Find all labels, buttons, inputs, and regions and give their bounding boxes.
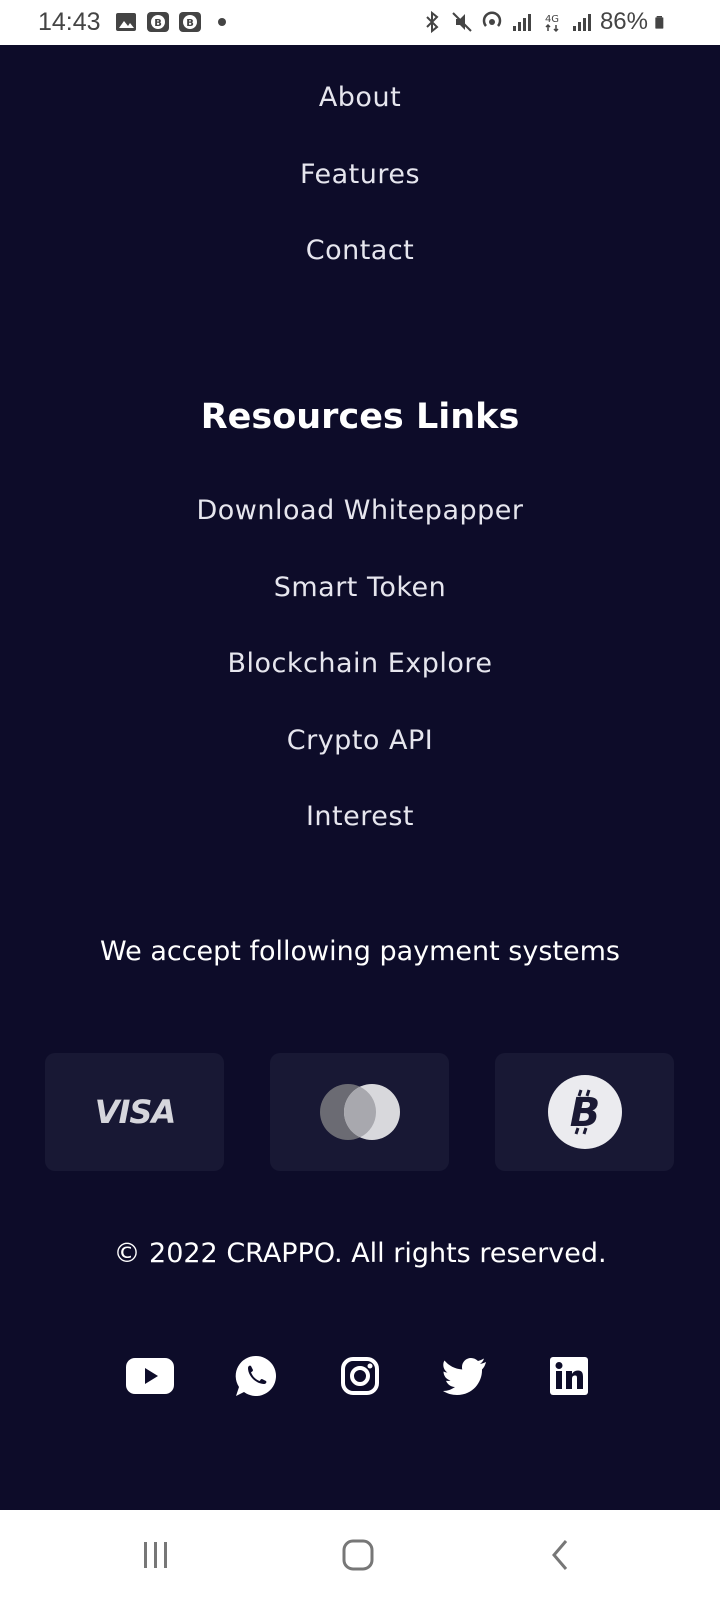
- system-nav-bar: [0, 1510, 720, 1600]
- payment-card-mastercard: [270, 1053, 449, 1171]
- svg-text:VISA: VISA: [94, 1093, 174, 1131]
- battery-icon: [655, 16, 664, 29]
- twitter-icon[interactable]: [440, 1351, 490, 1401]
- svg-text:B: B: [154, 18, 162, 29]
- mute-icon: [452, 12, 472, 32]
- svg-text:B: B: [186, 18, 194, 29]
- resource-link-whitepaper[interactable]: Download Whitepapper: [0, 495, 720, 526]
- resource-link-blockchain-explore[interactable]: Blockchain Explore: [0, 648, 720, 679]
- bitcoin-logo: B: [547, 1075, 622, 1149]
- recent-apps-icon: [144, 1542, 167, 1568]
- battery-percent: 86%: [599, 8, 648, 35]
- resource-link-crypto-api[interactable]: Crypto API: [0, 725, 720, 756]
- dot-icon: [218, 18, 226, 26]
- svg-text:4G: 4G: [545, 14, 559, 25]
- hotspot-icon: [482, 11, 502, 27]
- status-left-icons: B B: [114, 10, 234, 34]
- home-button[interactable]: [338, 1535, 378, 1575]
- status-bar: 14:43 B B 4G 86%: [0, 0, 720, 45]
- payment-card-visa: VISA: [45, 1053, 224, 1171]
- gallery-icon: [116, 13, 136, 31]
- linkedin-icon[interactable]: [544, 1351, 594, 1401]
- resource-link-interest[interactable]: Interest: [0, 801, 720, 832]
- status-right-icons: 4G 86%: [420, 8, 670, 36]
- 4g-icon: 4G: [545, 14, 559, 33]
- app-b-icon: B: [147, 12, 169, 32]
- app-b-icon: B: [179, 12, 201, 32]
- footer-link-about[interactable]: About: [0, 82, 720, 113]
- site-footer: About Features Contact Resources Links D…: [0, 45, 720, 1510]
- footer-link-features[interactable]: Features: [0, 159, 720, 190]
- visa-logo: VISA: [94, 1093, 175, 1131]
- youtube-icon[interactable]: [125, 1351, 175, 1401]
- whatsapp-icon[interactable]: [231, 1351, 281, 1401]
- recent-apps-button[interactable]: [136, 1535, 176, 1575]
- resource-link-smart-token[interactable]: Smart Token: [0, 572, 720, 603]
- resources-heading: Resources Links: [200, 397, 520, 437]
- instagram-icon[interactable]: [335, 1351, 385, 1401]
- back-icon: [552, 1540, 568, 1570]
- status-time: 14:43: [38, 8, 101, 36]
- signal-icon: [512, 14, 531, 31]
- payment-card-bitcoin: B: [495, 1053, 674, 1171]
- back-button[interactable]: [540, 1535, 580, 1575]
- payment-systems-title: We accept following payment systems: [100, 936, 620, 967]
- bluetooth-icon: [426, 10, 439, 34]
- copyright-text: © 2022 CRAPPO. All rights reserved.: [113, 1238, 607, 1269]
- mastercard-logo: [319, 1084, 400, 1140]
- home-icon: [342, 1539, 374, 1571]
- signal-icon: [572, 14, 591, 31]
- footer-link-contact[interactable]: Contact: [0, 235, 720, 266]
